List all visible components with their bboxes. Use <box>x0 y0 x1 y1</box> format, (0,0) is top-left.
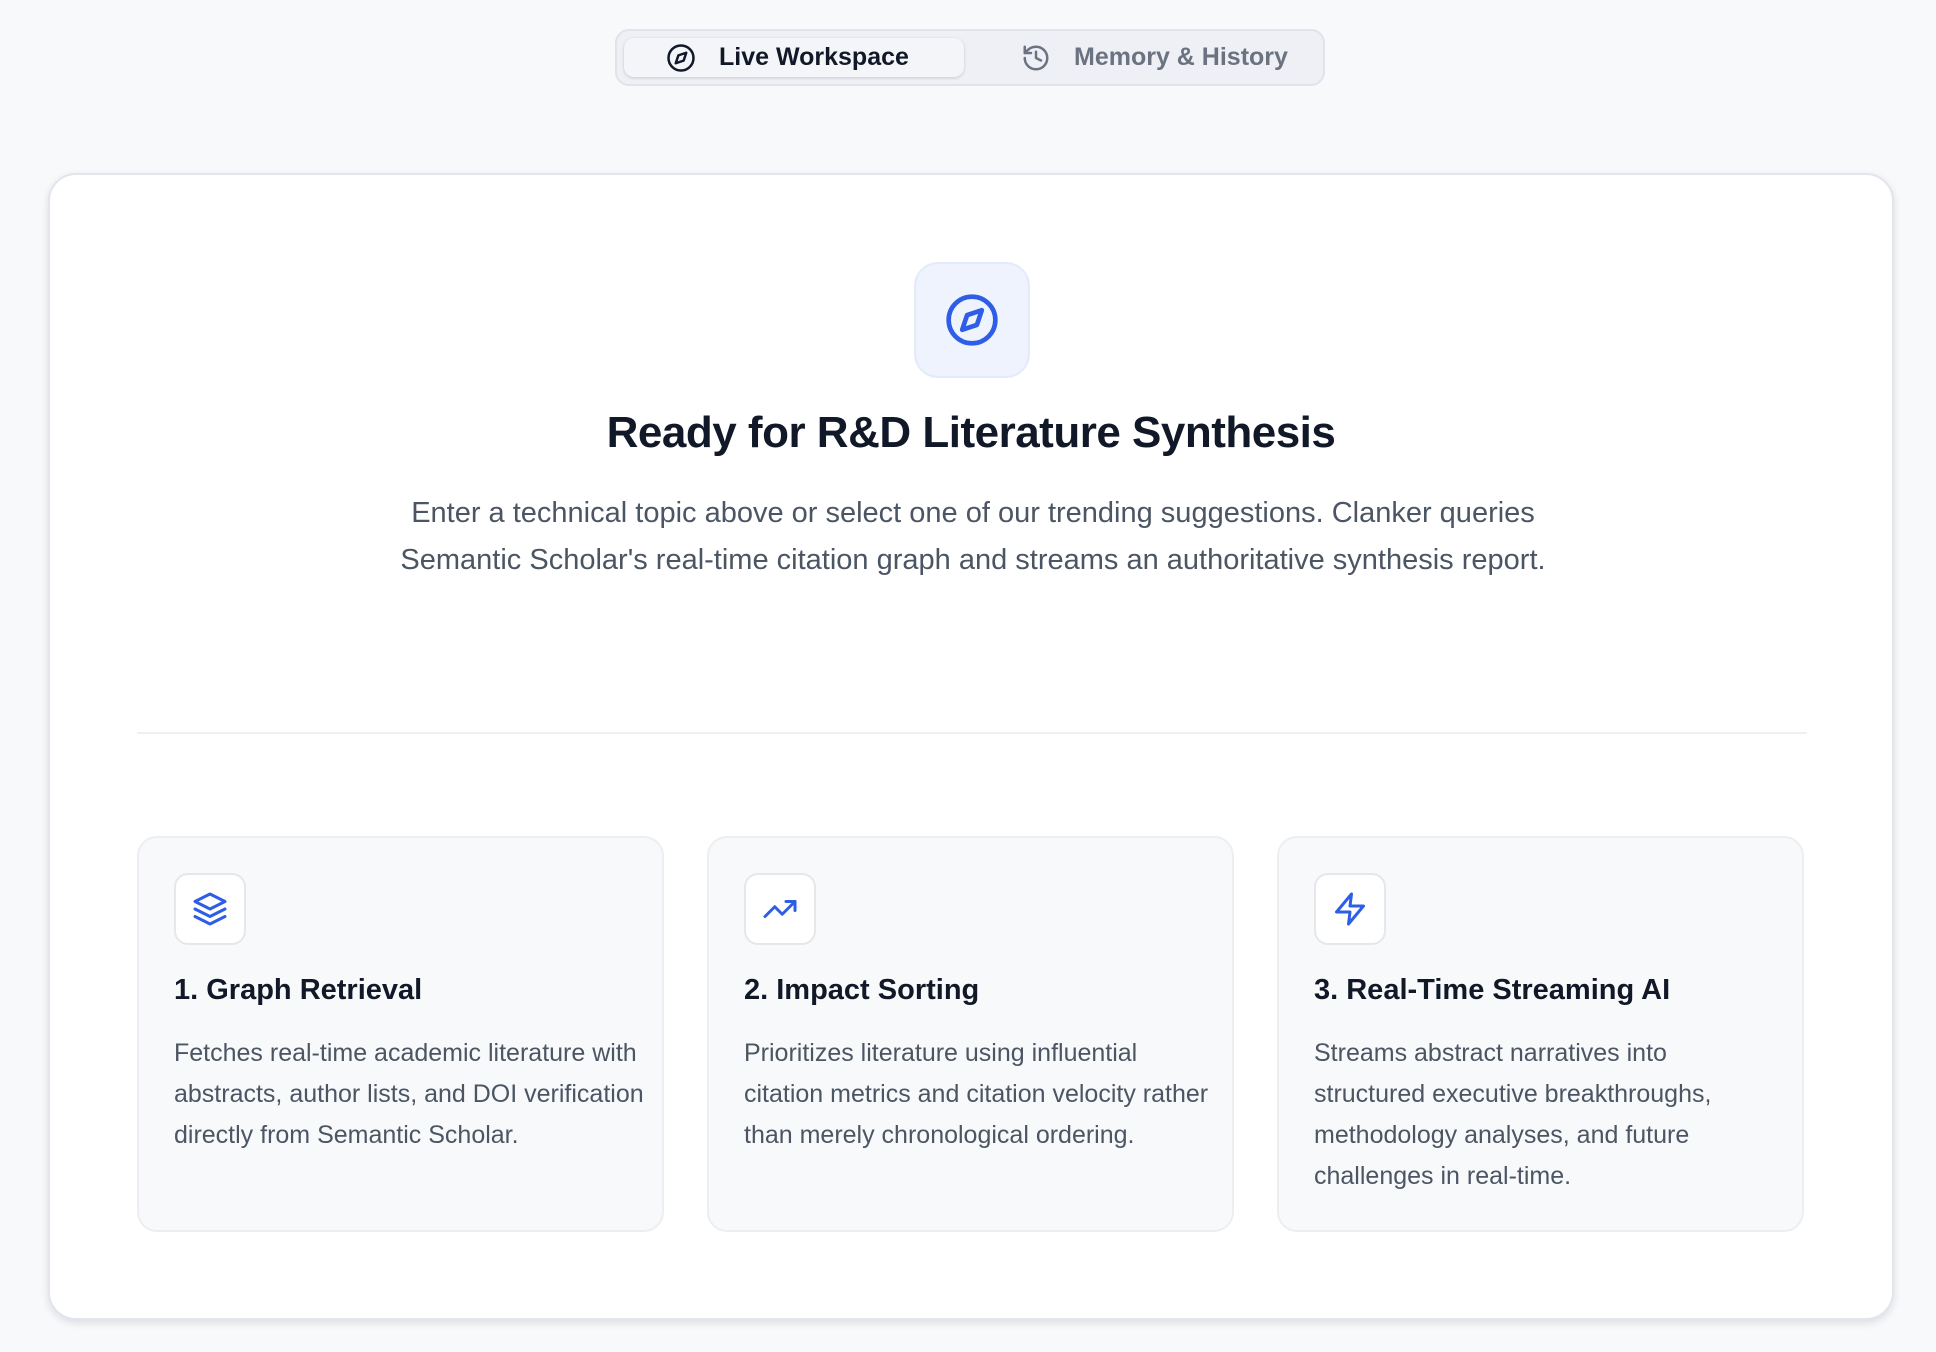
divider <box>137 732 1807 734</box>
page-title: Ready for R&D Literature Synthesis <box>606 408 1336 457</box>
zap-icon <box>1332 891 1368 927</box>
hero-description: Enter a technical topic above or select … <box>400 497 1546 576</box>
tab-live-workspace[interactable]: Live Workspace <box>624 38 964 77</box>
feature-title: 1. Graph Retrieval <box>174 974 423 1006</box>
feature-card-graph-retrieval: 1. Graph Retrieval Fetches real-time aca… <box>137 836 664 1232</box>
hero-icon-tile <box>914 262 1030 378</box>
feature-icon-tile <box>1314 873 1386 945</box>
feature-title: 3. Real-Time Streaming AI <box>1314 974 1671 1006</box>
feature-card-impact-sorting: 2. Impact Sorting Prioritizes literature… <box>707 836 1234 1232</box>
tab-label: Memory & History <box>1074 43 1288 71</box>
layers-icon <box>192 891 228 927</box>
feature-title: 2. Impact Sorting <box>744 974 980 1006</box>
feature-card-streaming-ai: 3. Real-Time Streaming AI Streams abstra… <box>1277 836 1804 1232</box>
feature-description: Streams abstract narratives into structu… <box>1314 1039 1712 1190</box>
trending-up-icon <box>762 891 798 927</box>
tab-label: Live Workspace <box>719 43 909 71</box>
feature-description: Fetches real-time academic literature wi… <box>174 1039 644 1149</box>
mode-toggle: Live Workspace Memory & History <box>615 29 1325 86</box>
feature-description: Prioritizes literature using influential… <box>744 1039 1209 1149</box>
compass-icon <box>944 292 1000 348</box>
welcome-card: Ready for R&D Literature Synthesis Enter… <box>48 173 1894 1320</box>
tab-memory-history[interactable]: Memory & History <box>1005 38 1305 77</box>
feature-icon-tile <box>174 873 246 945</box>
history-icon <box>1021 43 1051 73</box>
compass-icon <box>666 43 696 73</box>
feature-icon-tile <box>744 873 816 945</box>
